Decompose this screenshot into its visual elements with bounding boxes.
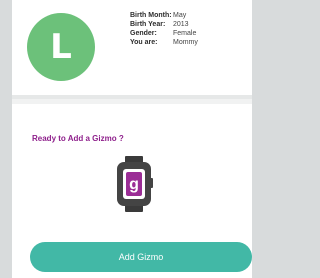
detail-label: You are: <box>130 39 158 46</box>
detail-label: Birth Month: <box>130 12 172 19</box>
profile-card: L Birth Month: May Birth Year: 2013 Gend… <box>12 0 252 99</box>
add-gizmo-card: Ready to Add a Gizmo ? g Add Gizmo <box>12 104 252 278</box>
add-gizmo-button[interactable]: Add Gizmo <box>30 242 252 272</box>
add-gizmo-prompt: Ready to Add a Gizmo ? <box>32 134 124 143</box>
detail-row-relation: You are: Mommy <box>130 38 198 47</box>
avatar-initial: L <box>50 27 72 67</box>
detail-label: Gender: <box>130 30 157 37</box>
detail-row-birth-year: Birth Year: 2013 <box>130 20 198 29</box>
detail-label: Birth Year: <box>130 21 166 28</box>
gizmo-glyph: g <box>129 176 139 193</box>
detail-value: Mommy <box>173 39 198 46</box>
detail-value: 2013 <box>173 21 189 28</box>
detail-row-birth-month: Birth Month: May <box>130 11 198 20</box>
profile-details: Birth Month: May Birth Year: 2013 Gender… <box>130 11 198 47</box>
detail-value: Female <box>173 30 197 37</box>
gizmo-watch-icon: g <box>117 156 153 212</box>
avatar[interactable]: L <box>27 13 95 81</box>
detail-row-gender: Gender: Female <box>130 29 198 38</box>
detail-value: May <box>173 12 187 19</box>
